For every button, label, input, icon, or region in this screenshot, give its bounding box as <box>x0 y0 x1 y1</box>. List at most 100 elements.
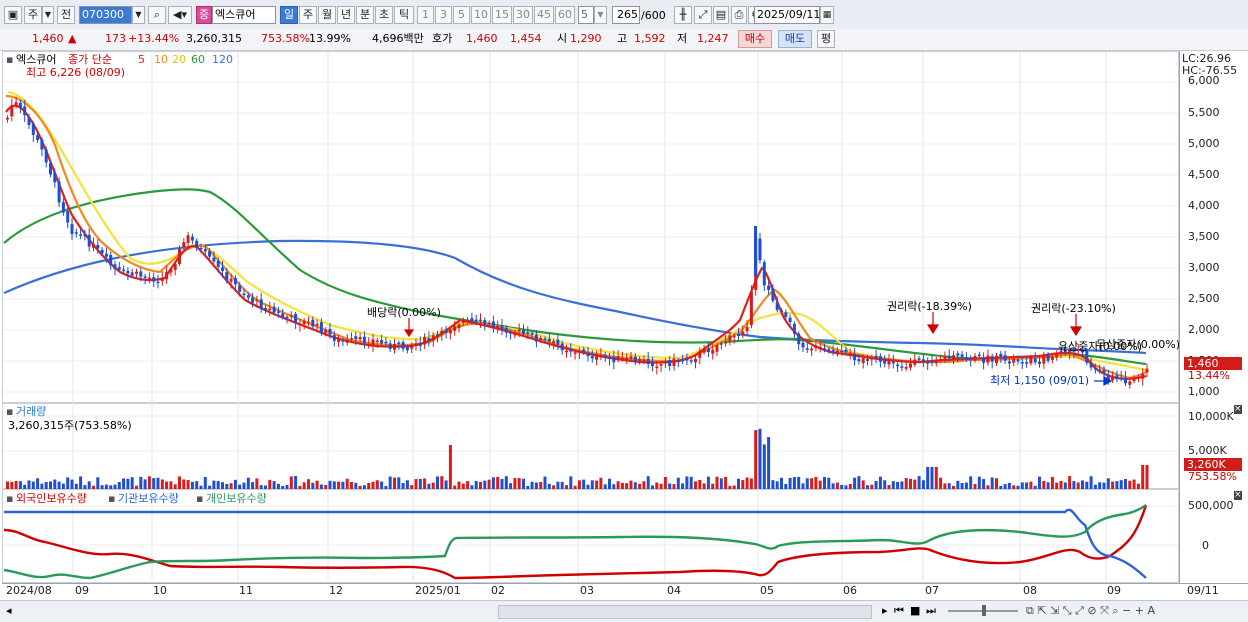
volume-bar <box>18 481 22 489</box>
volume-bar <box>633 482 637 489</box>
candle-body <box>982 358 986 363</box>
volume-bar <box>246 477 250 489</box>
candle-body <box>160 278 164 281</box>
candle-body <box>749 291 753 326</box>
candle-body <box>36 135 40 141</box>
holding-tick-0: 0 <box>1202 539 1209 552</box>
volume-bar <box>577 480 581 489</box>
volume-bar <box>315 480 319 489</box>
candle-body <box>1020 362 1024 364</box>
volume-bar <box>504 476 508 489</box>
stop-icon[interactable]: ■ <box>910 604 920 618</box>
candle-body <box>526 332 530 334</box>
holding-close-icon[interactable]: × <box>1234 491 1242 500</box>
volume-bar <box>1046 482 1050 489</box>
volume-bar <box>49 481 52 489</box>
candle-body <box>100 249 104 254</box>
candle-body <box>440 330 444 335</box>
y-tick-5000: 5,000 <box>1188 137 1220 150</box>
candle-body <box>87 234 91 247</box>
horizontal-scrollbar-thumb[interactable] <box>498 605 872 619</box>
candle-body <box>324 329 328 333</box>
candle-body <box>371 339 375 346</box>
panel-menu-icon[interactable]: ▪ <box>6 53 13 67</box>
candle-body <box>298 323 302 326</box>
candle-body <box>620 357 624 360</box>
volume-bar <box>969 476 973 489</box>
candle-body <box>844 349 848 353</box>
foreign-holding-line <box>3 504 1148 580</box>
candle-body <box>552 341 556 344</box>
volume-bar <box>681 483 685 489</box>
volume-bar <box>655 482 659 489</box>
volume-bar <box>737 478 740 489</box>
holding-menu-icon[interactable]: ▪ <box>6 492 13 506</box>
volume-bar <box>66 477 70 489</box>
price-axis[interactable]: LC:26.96 HC:-76.55 6,000 5,500 5,000 4,5… <box>1179 51 1248 403</box>
candle-body <box>40 139 44 150</box>
jump-first-icon[interactable]: ⏮ <box>894 604 904 618</box>
volume-bar <box>345 478 349 489</box>
volume-bar <box>848 483 852 489</box>
candle-body <box>337 338 341 342</box>
candle-body <box>801 342 805 348</box>
volume-bar <box>470 485 474 489</box>
zoom-slider-handle[interactable] <box>982 605 986 616</box>
candle-body <box>246 295 250 298</box>
candle-body <box>814 345 818 349</box>
volume-bar <box>1089 476 1093 489</box>
volume-bar <box>178 476 181 489</box>
holding-menu-icon-3[interactable]: ▪ <box>196 492 203 506</box>
x-tick-02: 02 <box>491 584 505 597</box>
volume-bar <box>1128 480 1132 489</box>
scroll-left-icon[interactable]: ◂ <box>6 604 12 618</box>
y-tick-1000: 1,000 <box>1188 385 1220 398</box>
candle-body <box>1124 377 1127 384</box>
candle-body <box>496 325 500 328</box>
candle-body <box>96 244 100 249</box>
volume-bar <box>324 484 328 489</box>
holding-axis[interactable]: 500,000 0 <box>1179 489 1248 583</box>
candle-body <box>328 328 332 335</box>
candle-body <box>431 335 435 341</box>
volume-bar <box>1007 482 1011 489</box>
candle-body <box>500 325 504 330</box>
holding-menu-icon-2[interactable]: ▪ <box>108 492 115 506</box>
scroll-right-icon[interactable]: ▸ <box>882 604 888 618</box>
candle-body <box>109 254 113 266</box>
volume-bar <box>354 482 358 489</box>
candle-body <box>448 329 452 334</box>
volume-bar <box>457 481 461 489</box>
spike-candle <box>754 226 757 276</box>
volume-bar <box>199 485 203 489</box>
volume-close-icon[interactable]: × <box>1234 405 1242 414</box>
candle-body <box>436 334 439 336</box>
candle-body <box>853 353 857 361</box>
candle-body <box>1098 369 1102 372</box>
volume-bar <box>83 485 87 489</box>
volume-bar <box>1025 482 1029 489</box>
volume-menu-icon[interactable]: ▪ <box>6 405 13 419</box>
volume-bar <box>788 477 792 489</box>
candle-body <box>522 329 525 334</box>
jump-last-icon[interactable]: ⏭ <box>926 604 936 618</box>
volume-bar <box>135 485 138 489</box>
volume-bar <box>943 483 947 489</box>
volume-bar <box>1124 479 1127 489</box>
volume-bar <box>238 484 242 489</box>
candle-body <box>423 337 427 345</box>
x-axis[interactable] <box>2 583 1248 601</box>
chart-tools-icons[interactable]: ⧉ ⇱ ⇲ ⤡ ⤢ ⊘ ⤧ ⌕ − + A <box>1026 604 1155 618</box>
volume-bar <box>233 479 237 489</box>
candle-body <box>169 269 173 273</box>
candle-body <box>771 288 775 301</box>
volume-bar <box>341 481 345 489</box>
volume-bar <box>565 485 568 489</box>
candle-body <box>698 351 702 358</box>
volume-bar <box>999 485 1003 489</box>
candle-body <box>595 354 599 360</box>
x-tick-11: 11 <box>239 584 253 597</box>
volume-bar <box>298 485 302 489</box>
volume-bar <box>706 476 710 489</box>
volume-bar <box>483 480 487 489</box>
